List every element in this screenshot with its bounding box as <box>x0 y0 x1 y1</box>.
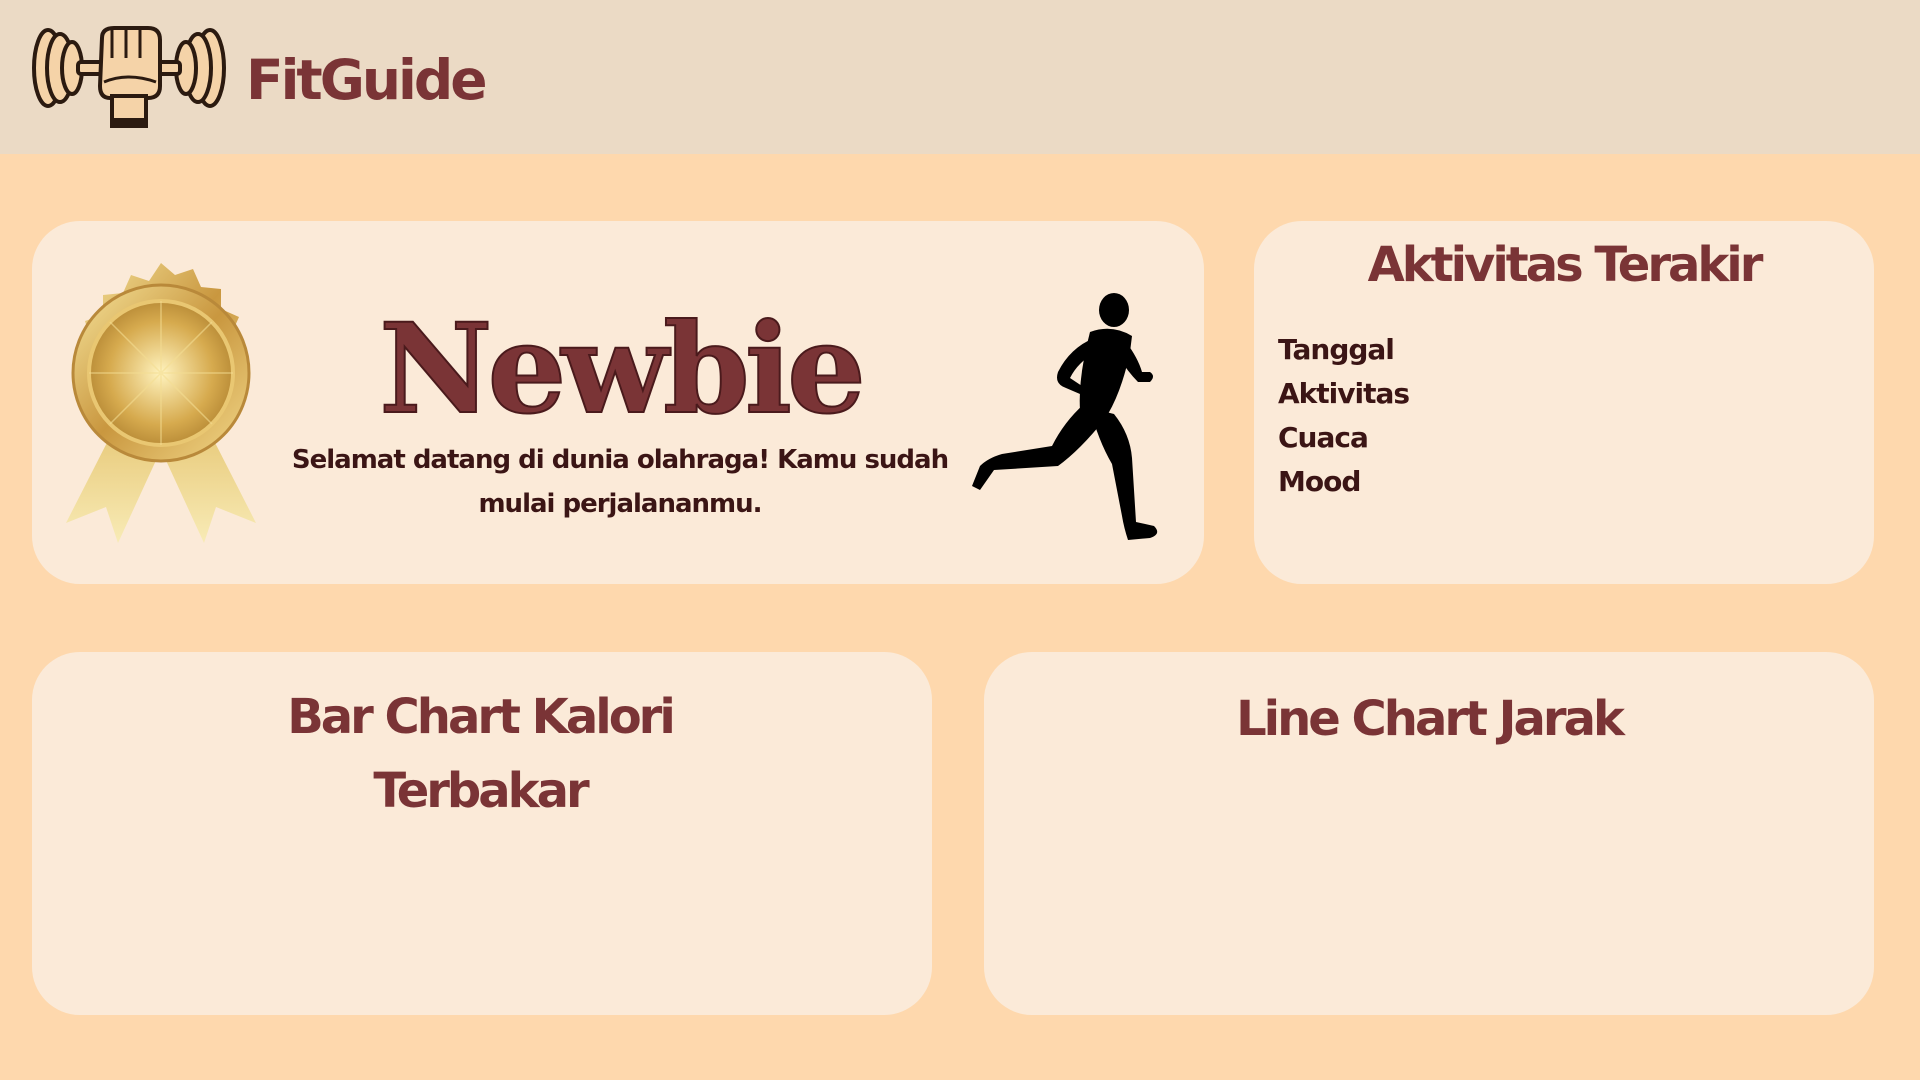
field-activity-label: Aktivitas <box>1278 377 1410 410</box>
recent-activity-list: Tanggal Aktivitas Cuaca Mood <box>1278 328 1410 504</box>
line-chart-title: Line Chart Jarak <box>1236 691 1625 747</box>
gold-medal-icon <box>66 263 256 543</box>
runner-silhouette-icon <box>972 293 1158 540</box>
line-chart-area <box>1030 780 1830 990</box>
dumbbell-fist-icon[interactable] <box>30 24 228 128</box>
level-description: Selamat datang di dunia olahraga! Kamu s… <box>291 445 949 519</box>
field-weather-label: Cuaca <box>1278 421 1369 454</box>
field-mood-label: Mood <box>1278 465 1361 498</box>
bar-chart-area <box>80 840 880 990</box>
level-title: Newbie <box>378 297 867 442</box>
brand-name[interactable]: FitGuide <box>246 44 488 116</box>
bar-chart-title: Bar Chart Kalori Terbakar <box>287 689 676 819</box>
field-date-label: Tanggal <box>1278 333 1395 366</box>
recent-activity-title: Aktivitas Terakir <box>1367 237 1764 293</box>
